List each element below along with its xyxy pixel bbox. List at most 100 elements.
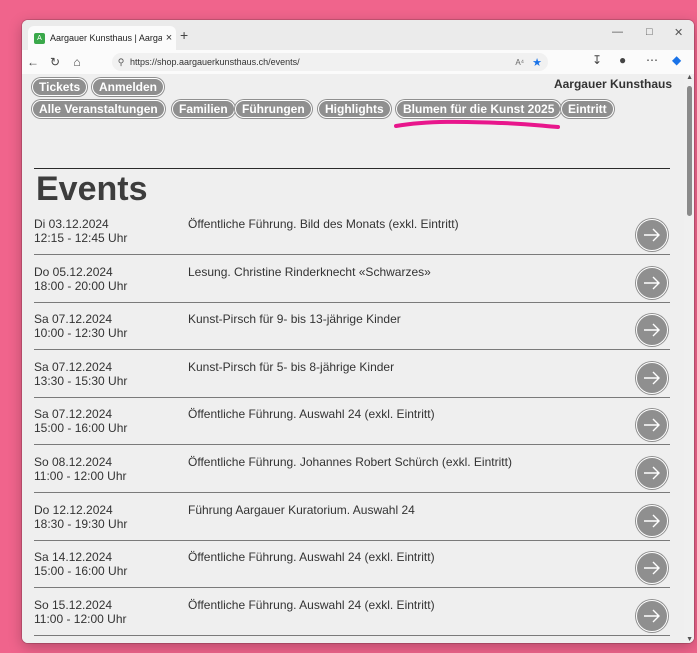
arrow-right-icon [644, 418, 660, 432]
event-day: So 15.12.2024 [34, 597, 113, 612]
profile-icon[interactable]: ● [619, 53, 626, 67]
event-title[interactable]: Kunst-Pirsch für 9- bis 13-jährige Kinde… [188, 312, 401, 326]
arrow-right-icon [644, 561, 660, 575]
event-time: 11:00 - 12:00 Uhr [34, 469, 127, 483]
arrow-right-icon [644, 514, 660, 528]
event-title[interactable]: Öffentliche Führung. Bild des Monats (ex… [188, 217, 459, 231]
more-menu-icon[interactable]: ⋯ [646, 53, 658, 67]
event-arrow-button[interactable] [636, 219, 668, 251]
event-time: 12:15 - 12:45 Uhr [34, 231, 128, 245]
page-title: Events [36, 170, 148, 208]
scroll-thumb[interactable] [687, 86, 692, 216]
site-favicon-icon: A [34, 32, 45, 44]
event-time: 18:00 - 20:00 Uhr [34, 278, 128, 293]
arrow-right-icon [644, 276, 660, 290]
site-info-icon[interactable]: ⚲ [112, 57, 130, 68]
event-time: 18:30 - 19:30 Uhr [34, 516, 128, 531]
event-row[interactable]: Do 12.12.2024 18:30 - 19:30 Uhr Führung Aa… [34, 493, 670, 541]
home-icon[interactable]: ⌂ [66, 55, 88, 69]
event-datetime: Sa 07.12.2024 15:00 - 16:00 Uhr [34, 407, 127, 435]
brand-name: Aargauer Kunsthaus [553, 77, 672, 91]
back-icon[interactable]: ← [22, 55, 44, 69]
event-day: Di 03.12.2024 [34, 217, 109, 231]
event-row[interactable]: So 15.12.2024 11:00 - 12:00 Uhr Öffentlich… [34, 588, 670, 636]
favorite-star-icon[interactable]: ★ [532, 56, 542, 69]
tab-close-icon[interactable]: × [162, 32, 176, 44]
event-datetime: So 15.12.2024 11:00 - 12:00 Uhr [34, 598, 127, 626]
event-arrow-button[interactable] [636, 361, 668, 394]
event-row[interactable]: Sa 07.12.2024 15:00 - 16:00 Uhr Öffentlich… [34, 397, 670, 446]
category-fuhrungen-button[interactable]: Führungen [235, 100, 312, 118]
event-datetime: Do 12.12.2024 18:30 - 19:30 Uhr [34, 503, 127, 531]
event-datetime: Di 03.12.2024 12:15 - 12:45 Uhr [34, 217, 127, 245]
scroll-down-icon[interactable]: ▼ [686, 636, 693, 643]
event-day: Do 12.12.2024 [34, 502, 113, 517]
copilot-icon[interactable]: ◆ [672, 53, 681, 67]
event-time: 15:00 - 16:00 Uhr [34, 564, 128, 579]
event-day: Sa 14.12.2024 [34, 550, 113, 565]
title-rule [34, 168, 670, 169]
browser-window: A Aargauer Kunsthaus | Aargauer K... × +… [22, 20, 694, 643]
event-row[interactable]: Sa 07.12.2024 10:00 - 12:30 Uhr Kunst-Pirs… [34, 302, 670, 351]
event-day: Sa 07.12.2024 [34, 359, 113, 374]
read-aloud-icon[interactable]: A⁴ [515, 58, 524, 67]
category-highlights-button[interactable]: Highlights [318, 100, 391, 118]
event-arrow-button[interactable] [636, 457, 668, 489]
event-row[interactable]: Sa 07.12.2024 13:30 - 15:30 Uhr Kunst-Pirs… [34, 350, 670, 398]
arrow-right-icon [644, 609, 660, 623]
event-day: Do 05.12.2024 [34, 264, 113, 279]
tab-title: Aargauer Kunsthaus | Aargauer K... [50, 33, 162, 43]
event-arrow-button[interactable] [636, 409, 668, 442]
event-arrow-button[interactable] [636, 266, 668, 299]
event-time: 11:00 - 12:00 Uhr [34, 611, 127, 626]
event-datetime: Sa 07.12.2024 13:30 - 15:30 Uhr [34, 360, 127, 388]
url-text: https://shop.aargauerkunsthaus.ch/events… [130, 57, 300, 67]
event-day: So 08.12.2024 [34, 455, 113, 469]
event-title[interactable]: Führung Aargauer Kuratorium. Auswahl 24 [188, 503, 415, 517]
event-row[interactable]: Di 03.12.2024 12:15 - 12:45 Uhr Öffentlich… [34, 207, 670, 255]
event-title[interactable]: Öffentliche Führung. Johannes Robert Sch… [188, 455, 512, 469]
category-alle-veranstaltungen-button[interactable]: Alle Veranstaltungen [32, 100, 165, 118]
address-bar[interactable]: ⚲ https://shop.aargauerkunsthaus.ch/even… [112, 53, 548, 71]
highlight-underline [394, 119, 560, 129]
new-tab-button[interactable]: + [180, 27, 188, 43]
event-datetime: Do 05.12.2024 18:00 - 20:00 Uhr [34, 265, 127, 293]
row-divider [34, 634, 670, 636]
event-title[interactable]: Öffentliche Führung. Auswahl 24 (exkl. E… [188, 598, 435, 612]
nav-tickets-button[interactable]: Tickets [32, 78, 88, 96]
category-familien-button[interactable]: Familien [172, 100, 235, 118]
event-time: 15:00 - 16:00 Uhr [34, 421, 128, 436]
scroll-up-icon[interactable]: ▲ [686, 74, 693, 81]
web-page: Tickets Anmelden Aargauer Kunsthaus Alle … [22, 74, 694, 643]
event-time: 13:30 - 15:30 Uhr [34, 373, 128, 388]
event-row[interactable]: Sa 14.12.2024 15:00 - 16:00 Uhr Öffentlich… [34, 540, 670, 589]
event-datetime: So 08.12.2024 11:00 - 12:00 Uhr [34, 455, 127, 483]
event-row[interactable]: So 08.12.2024 11:00 - 12:00 Uhr Öffentlich… [34, 445, 670, 493]
arrow-right-icon [644, 323, 660, 337]
event-title[interactable]: Kunst-Pirsch für 5- bis 8-jährige Kinder [188, 360, 394, 374]
browser-tab[interactable]: A Aargauer Kunsthaus | Aargauer K... × [28, 26, 176, 50]
event-title[interactable]: Lesung. Christine Rinderknecht «Schwarze… [188, 265, 431, 279]
arrow-right-icon [644, 371, 660, 385]
event-arrow-button[interactable] [636, 504, 668, 537]
event-datetime: Sa 07.12.2024 10:00 - 12:30 Uhr [34, 312, 127, 340]
event-arrow-button[interactable] [636, 599, 668, 632]
close-window-icon[interactable]: ✕ [674, 26, 683, 39]
category-blumen-fur-die-kunst-2025-button[interactable]: Blumen für die Kunst 2025 [396, 100, 562, 118]
event-day: Sa 07.12.2024 [34, 407, 113, 422]
arrow-right-icon [644, 466, 660, 480]
nav-anmelden-button[interactable]: Anmelden [92, 78, 165, 96]
scrollbar[interactable]: ▲ ▼ [684, 74, 694, 643]
category-eintritt-button[interactable]: Eintritt [561, 100, 614, 118]
event-arrow-button[interactable] [636, 314, 668, 347]
tab-strip: A Aargauer Kunsthaus | Aargauer K... × +… [22, 20, 694, 50]
arrow-right-icon [644, 228, 660, 242]
reload-icon[interactable]: ↻ [44, 55, 66, 69]
event-arrow-button[interactable] [636, 552, 668, 585]
event-title[interactable]: Öffentliche Führung. Auswahl 24 (exkl. E… [188, 550, 435, 564]
maximize-icon[interactable]: □ [646, 26, 653, 38]
event-row[interactable]: Do 05.12.2024 18:00 - 20:00 Uhr Lesung. Ch… [34, 255, 670, 303]
minimize-icon[interactable]: — [612, 26, 623, 38]
event-title[interactable]: Öffentliche Führung. Auswahl 24 (exkl. E… [188, 407, 435, 421]
downloads-icon[interactable]: ↧ [592, 53, 602, 67]
